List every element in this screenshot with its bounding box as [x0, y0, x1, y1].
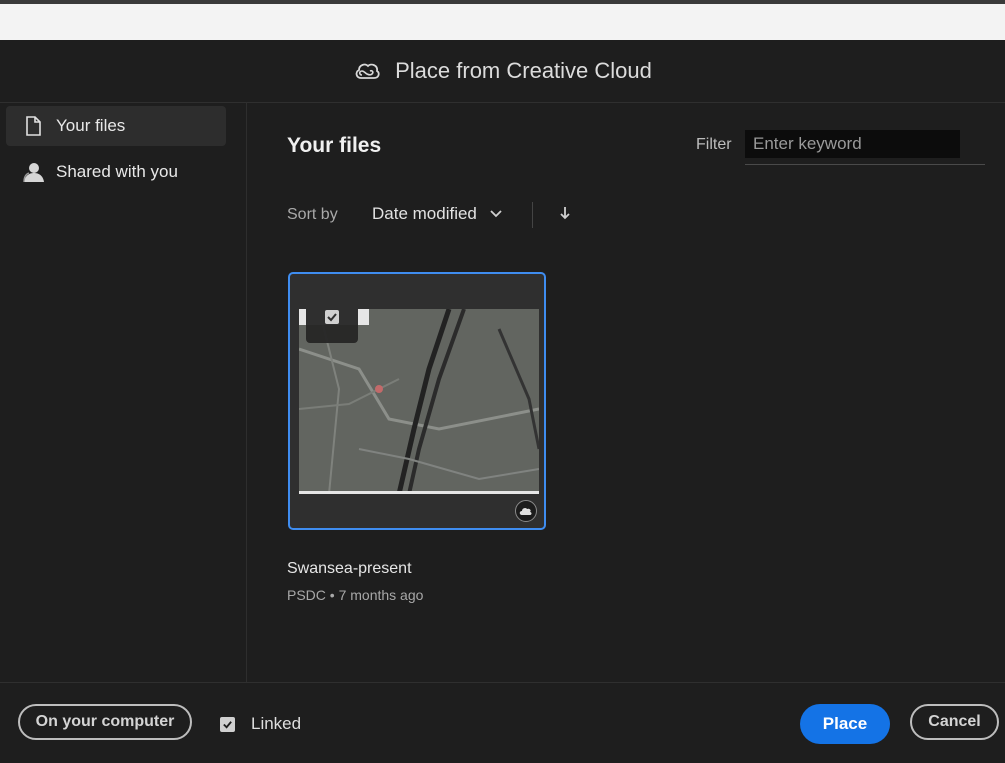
main-panel: Your files Filter Sort by Date modified — [247, 102, 1005, 682]
sort-direction-button[interactable] — [555, 204, 575, 226]
linked-checkbox[interactable]: Linked — [220, 714, 301, 734]
filter-label: Filter — [696, 136, 732, 153]
file-meta: PSDC • 7 months ago — [287, 587, 424, 603]
creative-cloud-icon — [353, 61, 381, 81]
sidebar-item-your-files[interactable]: Your files — [6, 106, 226, 146]
place-dialog: Place from Creative Cloud Your files Sha… — [0, 40, 1005, 762]
file-name: Swansea-present — [287, 560, 412, 577]
sort-value: Date modified — [372, 204, 477, 223]
checkbox-checked-icon — [220, 716, 235, 732]
sort-divider — [532, 202, 533, 228]
top-border — [0, 0, 1005, 4]
arrow-down-icon — [559, 205, 571, 226]
sidebar: Your files Shared with you — [0, 102, 247, 682]
place-button[interactable]: Place — [800, 704, 890, 744]
cloud-icon — [515, 500, 537, 522]
select-checkbox[interactable] — [306, 309, 358, 343]
on-your-computer-button[interactable]: On your computer — [18, 704, 192, 740]
sort-by-label: Sort by — [287, 206, 338, 223]
dialog-footer: On your computer Linked Place Cancel — [0, 682, 1005, 763]
dialog-title: Place from Creative Cloud — [395, 58, 652, 83]
cancel-button[interactable]: Cancel — [910, 704, 999, 740]
file-card[interactable] — [288, 272, 546, 530]
file-icon — [22, 115, 44, 137]
sidebar-item-shared-with-you[interactable]: Shared with you — [6, 152, 226, 192]
user-icon — [22, 161, 44, 183]
sidebar-item-label: Shared with you — [56, 162, 178, 181]
file-thumbnail — [299, 309, 539, 494]
sort-dropdown[interactable]: Date modified — [372, 204, 503, 224]
page-title: Your files — [287, 134, 382, 157]
filter-underline — [745, 164, 985, 165]
window-top-strip — [0, 0, 1005, 40]
chevron-down-icon — [489, 207, 503, 221]
sidebar-item-label: Your files — [56, 116, 126, 135]
filter-input[interactable] — [745, 130, 960, 158]
checkmark-icon — [325, 310, 339, 324]
dialog-titlebar: Place from Creative Cloud — [0, 40, 1005, 103]
linked-label: Linked — [251, 714, 302, 733]
